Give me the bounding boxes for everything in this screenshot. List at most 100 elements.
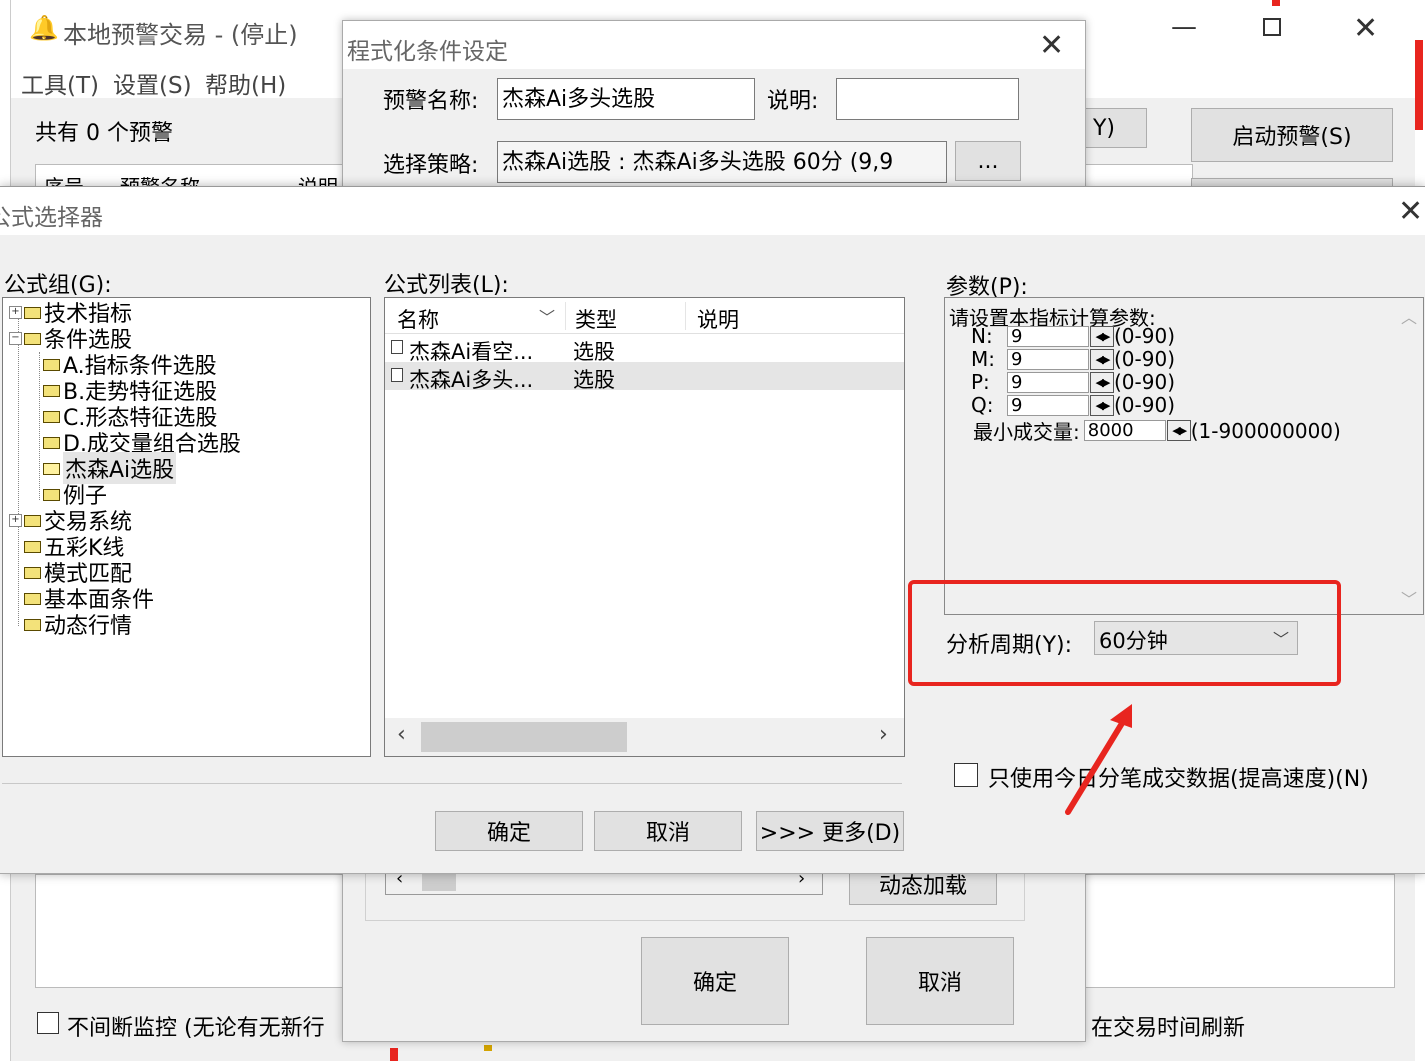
formula-group-tree[interactable]: + 技术指标 − 条件选股 A.指标条件选股 B.走势特征选股 C.形态特征选股 D.成交量组…	[2, 297, 371, 757]
condition-close-icon[interactable]: ✕	[1039, 31, 1064, 61]
param-spinner-icon[interactable]: ◀▶	[1090, 394, 1114, 416]
min-volume-spinner-icon[interactable]: ◀▶	[1166, 420, 1191, 441]
menu-help[interactable]: 帮助(H)	[205, 66, 286, 100]
alert-name-label: 预警名称:	[383, 89, 479, 114]
list-row-name: 杰森Ai多头...	[409, 368, 534, 392]
close-icon[interactable]: ✕	[1353, 14, 1378, 44]
list-col-name[interactable]: 名称	[397, 304, 439, 334]
formula-more-label: >>> 更多(D)	[759, 821, 901, 846]
formula-list-header: 名称 ﹀ 类型 说明	[385, 298, 904, 334]
list-col-desc[interactable]: 说明	[697, 304, 739, 334]
strategy-input[interactable]: 杰森Ai选股 : 杰森Ai多头选股 60分 (9,9	[497, 141, 947, 183]
formula-dialog-title: 公式选择器	[0, 205, 103, 231]
partial-button-label: Y)	[1092, 115, 1116, 141]
arrow-shaft	[1065, 717, 1127, 815]
formula-close-icon[interactable]: ✕	[1398, 197, 1423, 227]
param-range: (0-90)	[1114, 324, 1175, 348]
param-name: N:	[971, 324, 993, 348]
param-name: M:	[971, 347, 995, 371]
folder-open-icon	[43, 463, 60, 475]
formula-ok-button[interactable]: 确定	[435, 811, 583, 851]
condition-dialog-title: 程式化条件设定	[347, 39, 508, 65]
list-scroll-thumb[interactable]	[421, 722, 627, 752]
param-panel: 请设置本指标计算参数: N: 9 ◀▶ (0-90) M: 9 ◀▶ (0-90) P: 9 ◀▶(…	[944, 297, 1424, 615]
list-row[interactable]: 杰森Ai看空... 选股	[385, 334, 904, 364]
minimize-icon[interactable]: —	[1171, 12, 1197, 42]
folder-icon	[43, 437, 60, 449]
main-window-title: 本地预警交易 - (停止)	[63, 21, 298, 49]
expand-icon[interactable]: +	[9, 513, 22, 527]
start-alert-button-label: 启动预警(S)	[1232, 125, 1352, 150]
param-value-input[interactable]: 9	[1007, 325, 1089, 347]
col-divider	[685, 302, 686, 330]
condition-cancel-label: 取消	[917, 971, 962, 996]
list-scroll-right-icon[interactable]: ›	[879, 722, 888, 747]
param-spinner-icon[interactable]: ◀▶	[1090, 371, 1114, 393]
min-volume-label: 最小成交量:	[973, 420, 1080, 444]
param-range: (0-90)	[1114, 347, 1175, 371]
chart-candle	[390, 1048, 398, 1061]
folder-icon	[24, 619, 41, 631]
param-row: N: 9 ◀▶ (0-90)	[971, 324, 1175, 348]
today-only-checkbox[interactable]	[954, 763, 978, 787]
folder-icon	[43, 359, 60, 371]
list-col-type[interactable]: 类型	[575, 304, 617, 334]
formula-cancel-label: 取消	[645, 821, 690, 846]
param-name: Q:	[971, 393, 994, 417]
formula-group-label: 公式组(G):	[4, 273, 112, 298]
chart-candle	[484, 1045, 492, 1051]
formula-doc-icon	[391, 368, 403, 382]
formula-ok-label: 确定	[486, 821, 531, 846]
param-range: (0-90)	[1114, 370, 1175, 394]
list-hscrollbar[interactable]: ‹ ›	[385, 718, 904, 756]
scroll-thumb[interactable]	[422, 873, 456, 891]
start-alert-button[interactable]: 启动预警(S)	[1191, 108, 1393, 162]
maximize-icon[interactable]	[1263, 18, 1281, 36]
min-volume-input[interactable]: 8000	[1083, 420, 1166, 441]
formula-cancel-button[interactable]: 取消	[594, 811, 742, 851]
continuous-label: 不间断监控 (无论有无新行	[67, 1016, 325, 1041]
condition-title-bar: 程式化条件设定 ✕	[343, 21, 1085, 69]
menu-tools[interactable]: 工具(T)	[21, 66, 99, 100]
param-name: P:	[971, 370, 990, 394]
list-scroll-left-icon[interactable]: ‹	[397, 722, 406, 747]
condition-ok-button[interactable]: 确定	[641, 937, 789, 1025]
folder-icon	[24, 567, 41, 579]
param-value-input[interactable]: 9	[1007, 348, 1089, 370]
param-value-input[interactable]: 9	[1007, 371, 1089, 393]
formula-list[interactable]: 名称 ﹀ 类型 说明 杰森Ai看空... 选股 杰森Ai多头... 选股 ‹ ›	[384, 297, 905, 757]
folder-icon	[24, 307, 41, 319]
folder-icon	[24, 541, 41, 553]
tree-item-label: 动态行情	[44, 614, 133, 639]
sort-chevron-icon[interactable]: ﹀	[539, 304, 555, 328]
formula-doc-icon	[391, 340, 403, 354]
collapse-icon[interactable]: −	[9, 331, 22, 345]
param-spinner-icon[interactable]: ◀▶	[1090, 325, 1114, 347]
alert-name-input[interactable]: 杰森Ai多头选股	[497, 78, 755, 120]
param-scroll-up-icon[interactable]: ︿	[1401, 304, 1417, 328]
condition-cancel-button[interactable]: 取消	[866, 937, 1014, 1025]
folder-icon	[24, 515, 41, 527]
param-row: P: 9 ◀▶ (0-90)	[971, 370, 1175, 394]
col-divider	[565, 302, 566, 330]
param-scroll-down-icon[interactable]: ﹀	[1401, 586, 1417, 610]
param-row: M: 9 ◀▶ (0-90)	[971, 347, 1175, 371]
description-input[interactable]	[836, 78, 1019, 120]
menu-settings[interactable]: 设置(S)	[113, 66, 192, 100]
tree-item[interactable]: 动态行情	[9, 611, 133, 639]
param-value-input[interactable]: 9	[1007, 394, 1089, 416]
continuous-checkbox[interactable]	[37, 1012, 59, 1034]
list-row-selected[interactable]: 杰森Ai多头... 选股	[385, 362, 904, 392]
folder-icon	[43, 489, 60, 501]
expand-icon[interactable]: +	[9, 305, 22, 319]
param-row: Q: 9 ◀▶ (0-90)	[971, 393, 1175, 417]
formula-more-button[interactable]: >>> 更多(D)	[756, 811, 904, 851]
browse-strategy-button[interactable]: ...	[955, 141, 1021, 181]
description-label: 说明:	[767, 89, 819, 114]
param-spinner-icon[interactable]: ◀▶	[1090, 348, 1114, 370]
chart-candle	[1415, 40, 1423, 130]
formula-dialog: 公式选择器 ✕ 公式组(G): 公式列表(L): 参数(P): +技术指标−条件…	[0, 186, 1425, 874]
param-range: (0-90)	[1114, 393, 1175, 417]
formula-title-bar: 公式选择器 ✕	[0, 187, 1425, 235]
alert-count: 共有 0 个预警	[35, 121, 173, 146]
